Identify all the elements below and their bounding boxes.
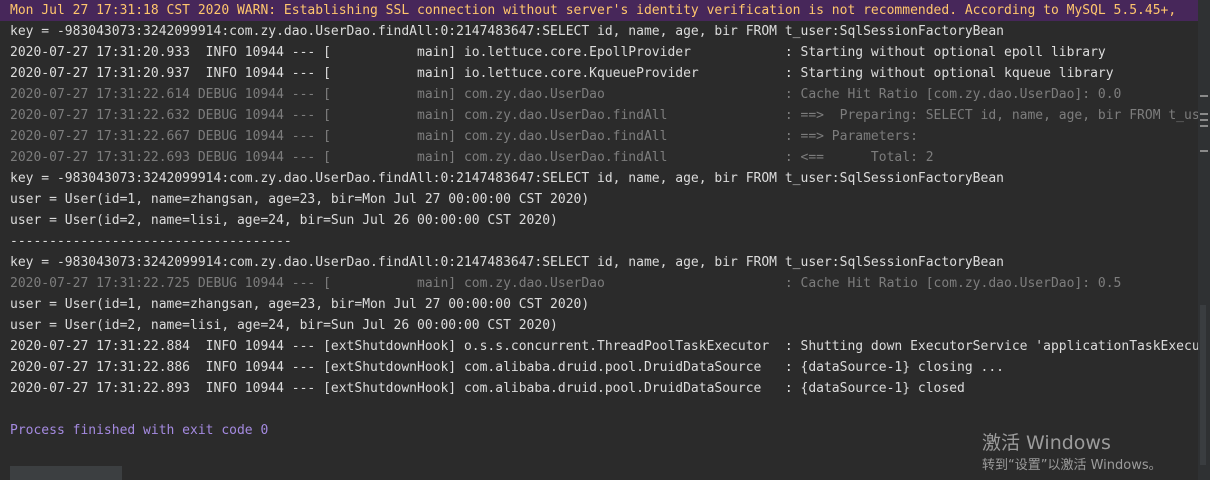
log-line: 2020-07-27 17:31:22.667 DEBUG 10944 --- … <box>10 129 926 144</box>
horizontal-scrollbar[interactable] <box>10 466 122 480</box>
log-line: user = User(id=1, name=zhangsan, age=23,… <box>10 192 590 207</box>
log-line: 2020-07-27 17:31:22.886 INFO 10944 --- [… <box>10 360 1004 375</box>
log-line: key = -983043073:3242099914:com.zy.dao.U… <box>10 171 1004 186</box>
watermark-title: 激活 Windows <box>982 432 1111 454</box>
scroll-marker <box>1200 150 1208 152</box>
warn-log-line: Mon Jul 27 17:31:18 CST 2020 WARN: Estab… <box>10 3 1177 18</box>
console-output[interactable]: Mon Jul 27 17:31:18 CST 2020 WARN: Estab… <box>0 0 1198 480</box>
scroll-marker <box>1200 125 1208 127</box>
separator-line: ------------------------------------ <box>10 234 292 249</box>
scroll-marker <box>1200 113 1208 115</box>
log-line: 2020-07-27 17:31:20.933 INFO 10944 --- [… <box>10 45 1106 60</box>
log-line: 2020-07-27 17:31:20.937 INFO 10944 --- [… <box>10 66 1114 81</box>
log-line: user = User(id=2, name=lisi, age=24, bir… <box>10 213 558 228</box>
log-line: 2020-07-27 17:31:22.725 DEBUG 10944 --- … <box>10 276 1122 291</box>
log-line: 2020-07-27 17:31:22.893 INFO 10944 --- [… <box>10 381 965 396</box>
vertical-scrollbar[interactable] <box>1198 0 1210 480</box>
watermark-subtitle: 转到“设置”以激活 Windows。 <box>982 458 1162 473</box>
log-line: 2020-07-27 17:31:22.614 DEBUG 10944 --- … <box>10 87 1122 102</box>
scroll-thumb[interactable] <box>1200 305 1206 465</box>
log-line: key = -983043073:3242099914:com.zy.dao.U… <box>10 24 1004 39</box>
scroll-marker <box>1200 119 1208 121</box>
log-line: 2020-07-27 17:31:22.693 DEBUG 10944 --- … <box>10 150 934 165</box>
log-line: 2020-07-27 17:31:22.884 INFO 10944 --- [… <box>10 339 1198 354</box>
log-line: 2020-07-27 17:31:22.632 DEBUG 10944 --- … <box>10 108 1198 123</box>
log-line: user = User(id=1, name=zhangsan, age=23,… <box>10 297 590 312</box>
activation-watermark: 激活 Windows 转到“设置”以激活 Windows。 <box>982 431 1162 475</box>
log-line: key = -983043073:3242099914:com.zy.dao.U… <box>10 255 1004 270</box>
scroll-marker <box>1200 95 1208 97</box>
log-line: user = User(id=2, name=lisi, age=24, bir… <box>10 318 558 333</box>
process-exit-line: Process finished with exit code 0 <box>10 423 269 438</box>
